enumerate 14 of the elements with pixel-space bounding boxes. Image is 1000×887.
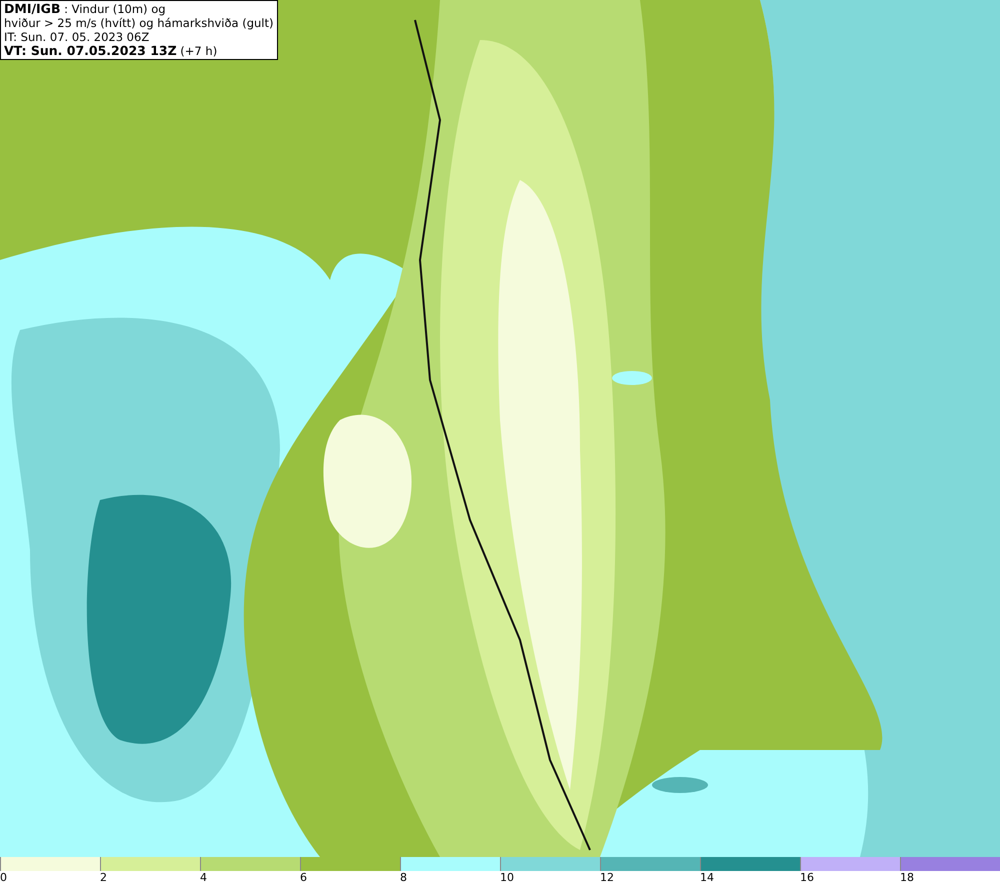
legend-tick-label: 4 — [200, 871, 207, 885]
legend-tick-label: 12 — [600, 871, 614, 885]
title-line: IT: Sun. 07. 05. 2023 06Z — [4, 30, 150, 44]
legend-tick-label: 14 — [700, 871, 714, 885]
legend-tick-label: 0 — [0, 871, 7, 885]
title-line: DMI/IGB : Vindur (10m) og — [4, 2, 167, 16]
legend-tick-label: 16 — [800, 871, 814, 885]
title-line: VT: Sun. 07.05.2023 13Z (+7 h) — [4, 44, 218, 58]
title-line: hviður > 25 m/s (hvítt) og hámarkshviða (gult) — [4, 16, 274, 30]
legend-tick-label: 8 — [400, 871, 407, 885]
legend-tick-label: 6 — [300, 871, 307, 885]
legend-tick-label: 18 — [900, 871, 914, 885]
legend-tick-label: 2 — [100, 871, 107, 885]
legend-tick-label: 10 — [500, 871, 514, 885]
